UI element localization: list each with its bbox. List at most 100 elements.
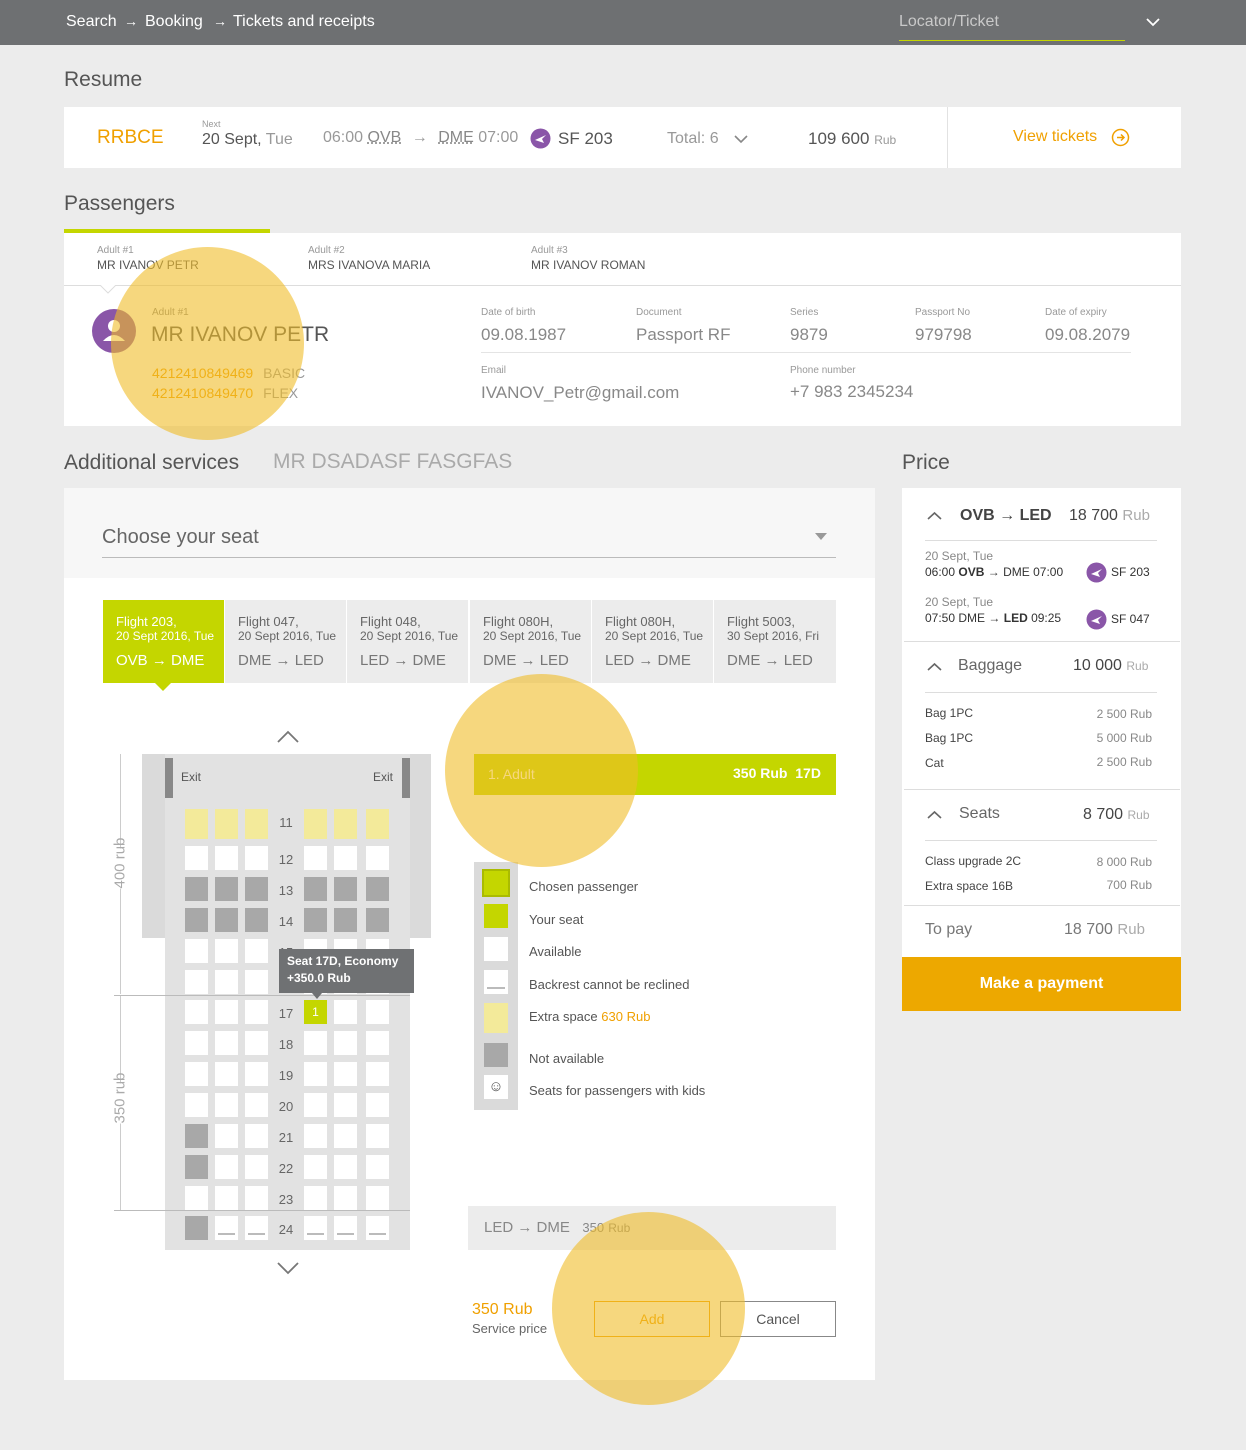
chevron-down-icon[interactable] [1145,16,1161,28]
seat[interactable] [185,809,208,839]
cancel-button[interactable]: Cancel [720,1301,836,1337]
seat[interactable] [304,1031,327,1055]
seat[interactable] [245,1155,268,1179]
flight-date: 20 Sept, [202,131,262,148]
seat[interactable] [304,1216,327,1240]
breadcrumb-search[interactable]: Search [66,13,117,31]
seat[interactable] [185,1062,208,1086]
seat[interactable] [185,1186,208,1210]
seat[interactable] [304,1155,327,1179]
seat[interactable] [215,846,238,870]
seat[interactable] [215,1186,238,1210]
seat[interactable] [245,1062,268,1086]
seat[interactable] [366,846,389,870]
seat[interactable] [334,1062,357,1086]
seat[interactable] [334,809,357,839]
locator-input[interactable]: Locator/Ticket [899,13,1125,41]
seat[interactable] [245,809,268,839]
seat[interactable] [366,1155,389,1179]
seat[interactable] [304,1062,327,1086]
seat[interactable] [215,1093,238,1117]
seat[interactable] [245,846,268,870]
chevron-up-icon[interactable] [926,661,943,672]
seat [245,908,268,932]
seat[interactable] [185,1031,208,1055]
selected-seat[interactable]: 1 [304,1000,327,1024]
segment-from: DME [958,611,986,625]
seat[interactable] [334,846,357,870]
seat[interactable] [185,846,208,870]
flight-tab-3[interactable]: Flight 048, 20 Sept 2016, Tue LED → DME [347,600,468,683]
seat[interactable] [334,1093,357,1117]
seat[interactable] [215,970,238,994]
make-payment-button[interactable]: Make a payment [902,957,1181,1011]
seat[interactable] [334,1124,357,1148]
seat-select[interactable]: Choose your seat [102,526,259,549]
seat[interactable] [245,1093,268,1117]
seat[interactable] [215,1155,238,1179]
seat[interactable] [366,1031,389,1055]
seat[interactable] [185,970,208,994]
seat[interactable] [215,1124,238,1148]
seat[interactable] [334,1186,357,1210]
breadcrumb-tickets[interactable]: Tickets and receipts [233,13,375,31]
flight-tab-4[interactable]: Flight 080H, 20 Sept 2016, Tue DME → LED [470,600,591,683]
seat[interactable] [215,1000,238,1024]
flight-tab-2[interactable]: Flight 047, 20 Sept 2016, Tue DME → LED [225,600,346,683]
seat[interactable] [245,1031,268,1055]
seat[interactable] [185,1000,208,1024]
tab-flight: Flight 048, [360,614,421,629]
seat[interactable] [366,1062,389,1086]
passenger-tab-3[interactable]: Adult #3 MR IVANOV ROMAN [531,245,645,272]
seat[interactable] [215,1062,238,1086]
seat[interactable] [245,939,268,963]
seat[interactable] [185,939,208,963]
seat[interactable] [245,1124,268,1148]
seat[interactable] [366,1093,389,1117]
seat[interactable] [215,1216,238,1240]
seat[interactable] [366,809,389,839]
scroll-up-icon[interactable] [276,729,300,745]
breadcrumb-booking[interactable]: Booking [145,13,203,31]
flight-tab-6[interactable]: Flight 5003, 30 Sept 2016, Fri DME → LED [714,600,836,683]
seat[interactable] [334,1000,357,1024]
seat[interactable] [304,809,327,839]
flight-tab-1[interactable]: Flight 203, 20 Sept 2016, Tue OVB → DME [103,600,224,683]
view-tickets-link[interactable]: View tickets [1013,128,1097,146]
seat[interactable] [245,1186,268,1210]
seat[interactable] [304,846,327,870]
seat[interactable] [215,1031,238,1055]
seat[interactable] [304,1124,327,1148]
caret-down-icon[interactable] [815,533,827,541]
seat[interactable] [304,1093,327,1117]
seat[interactable] [334,1216,357,1240]
seat[interactable] [366,1000,389,1024]
seat[interactable] [304,1186,327,1210]
tab-date: 20 Sept 2016, Tue [116,629,215,643]
seat[interactable] [366,1124,389,1148]
currency: Rub [1126,659,1149,673]
from-airport[interactable]: OVB [368,129,402,146]
arrow-circle-right-icon[interactable] [1111,128,1130,147]
to-airport[interactable]: DME [438,129,474,146]
chevron-up-icon[interactable] [926,510,943,521]
chevron-up-icon[interactable] [926,809,943,820]
seat[interactable] [215,809,238,839]
seat[interactable] [334,1155,357,1179]
add-button[interactable]: Add [594,1301,710,1337]
seat[interactable] [334,1031,357,1055]
seat[interactable] [366,1186,389,1210]
tab-to: LED [294,652,324,669]
scroll-down-icon[interactable] [276,1260,300,1276]
passenger-tab-1[interactable]: Adult #1 MR IVANOV PETR [97,245,199,272]
flight-tab-5[interactable]: Flight 080H, 20 Sept 2016, Tue LED → DME [592,600,713,683]
chevron-down-icon[interactable] [733,133,749,145]
passenger-tab-2[interactable]: Adult #2 MRS IVANOVA MARIA [308,245,430,272]
seat[interactable] [245,1216,268,1240]
seat[interactable] [215,939,238,963]
seat[interactable] [245,970,268,994]
seat[interactable] [366,1216,389,1240]
seat[interactable] [245,1000,268,1024]
seat[interactable] [185,1093,208,1117]
legend-label: Your seat [529,912,584,927]
